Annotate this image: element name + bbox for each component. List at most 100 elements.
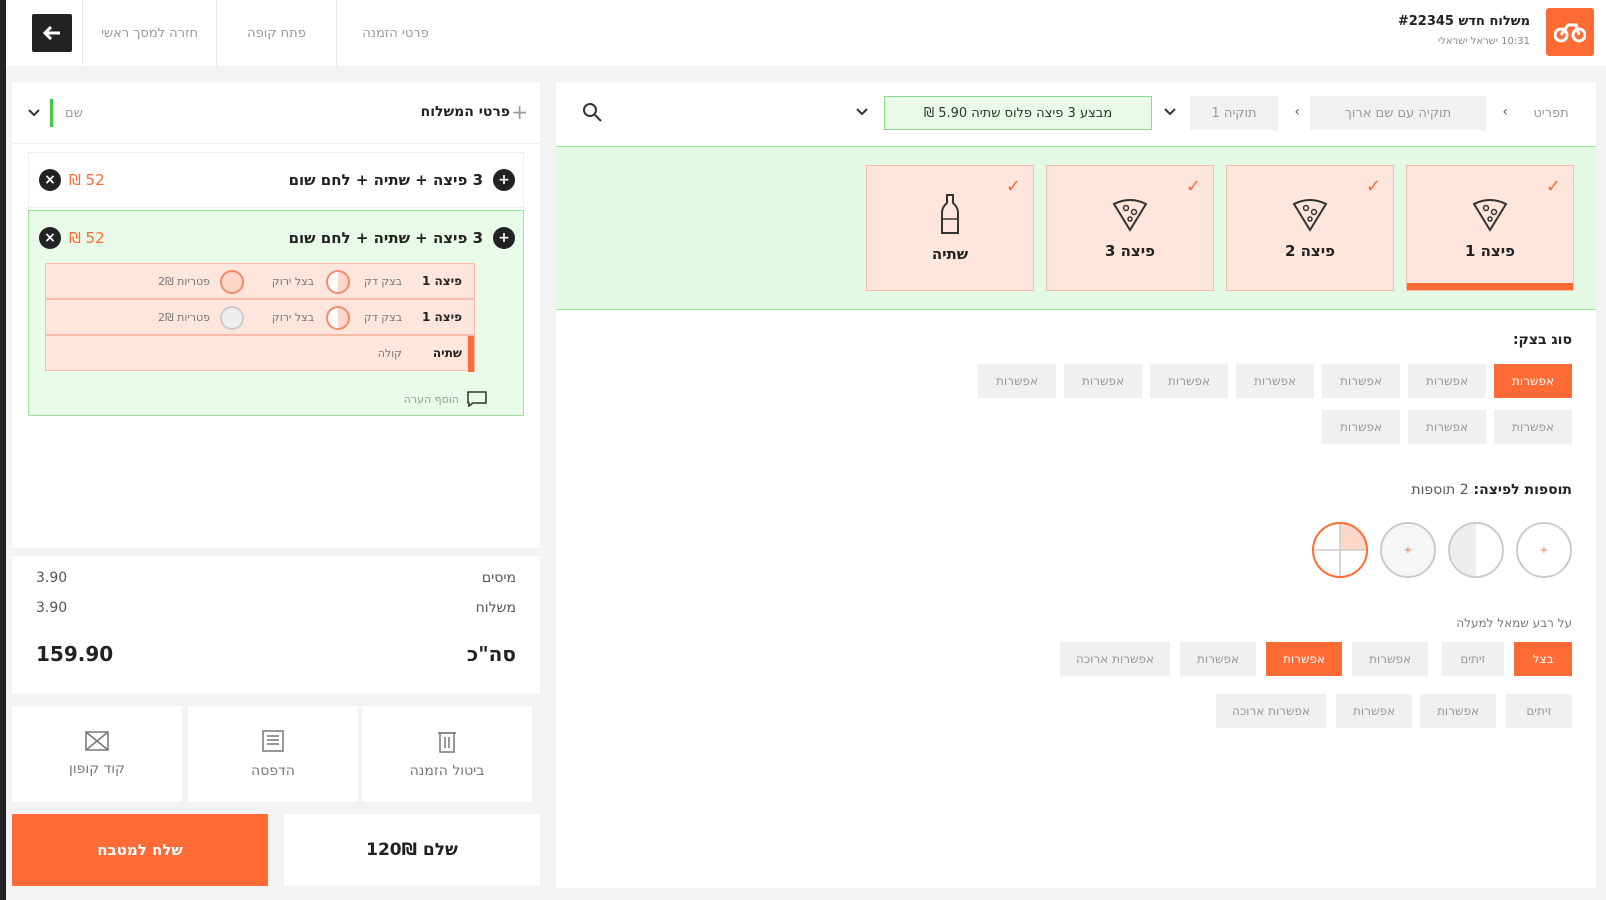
half-pizza-selector[interactable] [1448,522,1504,578]
toppings-count: 2 תוספות [1411,482,1469,498]
full-pizza-icon [220,270,244,294]
print-icon [262,730,284,752]
breadcrumb-category[interactable]: תוקיה עם שם ארוך [1310,96,1486,130]
dough-option[interactable]: אפשרות [1408,410,1486,444]
totals-panel: 3.90 מיסים 3.90 משלוח 159.90 סה"כ [12,556,540,694]
order-item-expanded: + 3 פיצה + שתיה + לחם שום 52 ₪ × פיצה 1 … [28,210,524,416]
check-icon: ✓ [1545,176,1561,197]
bike-logo-icon [1546,8,1594,56]
tab-main-screen[interactable]: חזרה למסך ראשי [82,0,216,66]
top-bar: משלוח חדש #22345 10:31 ישראל ישראלי פרטי… [6,0,1606,66]
order-subtitle: 10:31 ישראל ישראלי [1437,36,1530,47]
order-panel: + פרטי המשלוח שם + 3 פיצה + שתיה + לחם ש… [12,82,540,548]
chevron-left-icon: ‹ [1502,104,1508,120]
quarter-pizza-selected[interactable] [1312,522,1368,578]
dough-option[interactable]: אפשרות [1322,410,1400,444]
chevron-down-icon[interactable] [856,108,868,116]
print-button[interactable]: הדפסה [188,706,358,802]
back-button[interactable] [32,14,72,52]
selected-indicator [1407,283,1573,290]
pizza-slice-icon [1112,199,1148,232]
order-panel-title: פרטי המשלוח [420,104,510,120]
dough-option[interactable]: אפשרות [1322,364,1400,398]
check-icon: ✓ [1005,176,1021,197]
topping-option[interactable]: אפשרות [1180,642,1256,676]
tab-open-register[interactable]: פתח קופה [216,0,336,66]
topping-option[interactable]: אפשרות [1336,694,1412,728]
tax-value: 3.90 [36,570,68,586]
breadcrumb-menu[interactable]: תפריט [1516,96,1586,130]
dough-option[interactable]: אפשרות [1150,364,1228,398]
quarter-pizza-selector[interactable]: + [1380,522,1436,578]
pay-button[interactable]: שלם 120₪ [284,814,540,886]
comment-icon [467,391,487,407]
remove-circle-icon[interactable]: × [39,169,61,191]
coupon-icon [85,731,109,751]
topping-option[interactable]: אפשרות [1420,694,1496,728]
half-pizza-icon [326,270,350,294]
filter-select[interactable]: שם [28,98,128,128]
remove-circle-icon[interactable]: × [39,227,61,249]
full-pizza-selector[interactable]: + [1516,522,1572,578]
cancel-order-button[interactable]: ביטול הזמנה [362,706,532,802]
topping-option[interactable]: זיתים [1442,642,1504,676]
filter-bar: תפריט ‹ תוקיה עם שם ארוך ‹ תוקיה 1 מבצע … [556,82,1596,144]
topping-option[interactable]: אפשרות [1352,642,1428,676]
send-to-kitchen-button[interactable]: שלח למטבח [12,814,268,886]
pizza-slice-icon [1472,199,1508,232]
dough-option[interactable]: אפשרות [1064,364,1142,398]
full-pizza-icon [220,306,244,330]
deal-select[interactable]: מבצע 3 פיצה פלוס שתיה 5.90 ₪ [884,96,1152,130]
trash-icon [438,732,456,753]
deal-card-drink[interactable]: ✓ שתיה [866,165,1034,291]
coupon-button[interactable]: קוד קופון [12,706,182,802]
deal-card-pizza-1[interactable]: ✓ פיצה 1 [1406,165,1574,291]
dough-option[interactable]: אפשרות [978,364,1056,398]
delivery-label: משלוח [475,600,516,616]
item-name: 3 פיצה + שתיה + לחם שום [288,229,483,247]
check-icon: ✓ [1185,176,1201,197]
topping-option[interactable]: אפשרות [1266,642,1342,676]
dough-option[interactable]: אפשרות [1408,364,1486,398]
sub-item-row[interactable]: פיצה 1 בצק דק בצל ירוק פטריות 2₪ [45,263,475,299]
half-pizza-icon [326,306,350,330]
sub-item-row[interactable]: פיצה 1 בצק דק בצל ירוק פטריות 2₪ [45,299,475,335]
bottle-icon [941,194,959,234]
deal-card-pizza-3[interactable]: ✓ פיצה 3 [1046,165,1214,291]
search-icon[interactable] [582,102,602,122]
topping-position-note: על רבע שמאל למעלה [1456,616,1572,630]
plus-icon[interactable]: + [511,100,528,124]
breadcrumb-sub[interactable]: תוקיה 1 [1190,96,1278,130]
chevron-down-icon [28,109,40,117]
menu-panel: תפריט ‹ תוקיה עם שם ארוך ‹ תוקיה 1 מבצע … [556,82,1596,888]
tax-label: מיסים [481,570,516,586]
dough-option[interactable]: אפשרות [1494,410,1572,444]
delivery-value: 3.90 [36,600,68,616]
order-panel-header: + פרטי המשלוח שם [12,82,540,144]
chevron-down-icon[interactable] [1164,108,1176,116]
dough-option[interactable]: אפשרות [1236,364,1314,398]
dough-option[interactable]: אפשרות [1494,364,1572,398]
pizza-slice-icon [1292,199,1328,232]
topping-option[interactable]: זיתים [1506,694,1572,728]
add-note-button[interactable]: הוסף הערה [404,391,487,407]
left-edge [0,0,6,900]
topping-option[interactable]: אפשרות ארוכה [1060,642,1170,676]
order-item[interactable]: + 3 פיצה + שתיה + לחם שום 52 ₪ × [28,152,524,208]
dough-section-title: סוג בצק: [1512,332,1572,348]
toppings-section-title: תוספות לפיצה: 2 תוספות [1411,482,1572,498]
deal-card-pizza-2[interactable]: ✓ פיצה 2 [1226,165,1394,291]
sub-item-row[interactable]: שתיה קולה [45,335,475,372]
topping-option[interactable]: אפשרות ארוכה [1216,694,1326,728]
deal-items-zone: ✓ פיצה 1 ✓ פיצה 2 ✓ פיצה 3 ✓ שתיה [556,146,1596,310]
tab-order-details[interactable]: פרטי הזמנה [336,0,454,66]
order-title: משלוח חדש #22345 [1397,14,1530,29]
chevron-left-icon: ‹ [1294,104,1300,120]
topping-option[interactable]: בצל [1514,642,1572,676]
total-label: סה"כ [466,642,516,666]
total-value: 159.90 [36,642,114,666]
check-icon: ✓ [1365,176,1381,197]
item-price: 52 ₪ [69,229,105,247]
plus-circle-icon[interactable]: + [493,169,515,191]
plus-circle-icon[interactable]: + [493,227,515,249]
